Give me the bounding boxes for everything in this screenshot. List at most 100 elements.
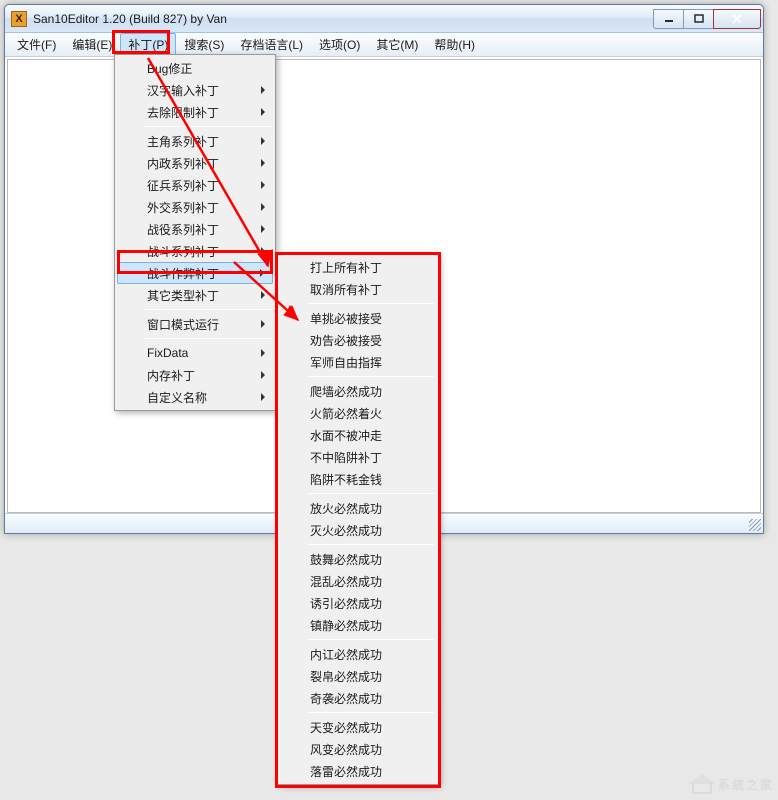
submenu-arrow-icon — [261, 371, 265, 379]
submenu-item-label: 放火必然成功 — [310, 500, 382, 517]
menu-item-4[interactable]: 存档语言(L) — [232, 33, 311, 56]
submenu-item-label: 火箭必然着火 — [310, 405, 382, 422]
dropdown-item-label: 去除限制补丁 — [147, 104, 219, 121]
dropdown-item-label: 战斗作弊补丁 — [147, 265, 219, 282]
dropdown-item[interactable]: 战斗作弊补丁 — [117, 262, 273, 284]
submenu-arrow-icon — [261, 137, 265, 145]
menu-item-5[interactable]: 选项(O) — [311, 33, 368, 56]
menu-separator — [308, 303, 434, 304]
dropdown-item[interactable]: 征兵系列补丁 — [117, 174, 273, 196]
submenu-item-label: 陷阱不耗金钱 — [310, 471, 382, 488]
submenu-item[interactable]: 单挑必被接受 — [280, 307, 436, 329]
submenu-item-label: 劝告必被接受 — [310, 332, 382, 349]
watermark-text: 系统之家 — [718, 776, 774, 793]
submenu-arrow-icon — [261, 247, 265, 255]
menu-item-7[interactable]: 帮助(H) — [426, 33, 483, 56]
dropdown-item-label: 自定义名称 — [147, 389, 207, 406]
dropdown-item-label: 战斗系列补丁 — [147, 243, 219, 260]
window-controls — [653, 9, 761, 29]
dropdown-item[interactable]: 自定义名称 — [117, 386, 273, 408]
dropdown-item[interactable]: 战役系列补丁 — [117, 218, 273, 240]
submenu-item[interactable]: 劝告必被接受 — [280, 329, 436, 351]
submenu-arrow-icon — [261, 159, 265, 167]
dropdown-item[interactable]: 内政系列补丁 — [117, 152, 273, 174]
dropdown-item[interactable]: 外交系列补丁 — [117, 196, 273, 218]
resize-grip[interactable] — [747, 517, 761, 531]
dropdown-item[interactable]: 其它类型补丁 — [117, 284, 273, 306]
submenu-arrow-icon — [261, 203, 265, 211]
submenu-item-label: 镇静必然成功 — [310, 617, 382, 634]
dropdown-item-label: 内存补丁 — [147, 367, 195, 384]
minimize-button[interactable] — [653, 9, 683, 29]
dropdown-item-label: 内政系列补丁 — [147, 155, 219, 172]
submenu-item[interactable]: 陷阱不耗金钱 — [280, 468, 436, 490]
submenu-arrow-icon — [261, 225, 265, 233]
submenu-item[interactable]: 内讧必然成功 — [280, 643, 436, 665]
menu-separator — [308, 493, 434, 494]
submenu-item[interactable]: 打上所有补丁 — [280, 256, 436, 278]
submenu-arrow-icon — [261, 86, 265, 94]
submenu-item-label: 水面不被冲走 — [310, 427, 382, 444]
submenu-item[interactable]: 水面不被冲走 — [280, 424, 436, 446]
submenu-item-label: 不中陷阱补丁 — [310, 449, 382, 466]
submenu-arrow-icon — [261, 291, 265, 299]
dropdown-item-label: 汉字输入补丁 — [147, 82, 219, 99]
submenu-item[interactable]: 裂帛必然成功 — [280, 665, 436, 687]
menu-separator — [308, 639, 434, 640]
menu-item-6[interactable]: 其它(M) — [368, 33, 426, 56]
dropdown-item[interactable]: FixData — [117, 342, 273, 364]
submenu-item-label: 打上所有补丁 — [310, 259, 382, 276]
submenu-item-label: 单挑必被接受 — [310, 310, 382, 327]
submenu-item[interactable]: 火箭必然着火 — [280, 402, 436, 424]
submenu-item-label: 落雷必然成功 — [310, 763, 382, 780]
menu-item-0[interactable]: 文件(F) — [9, 33, 64, 56]
submenu-item-label: 灭火必然成功 — [310, 522, 382, 539]
submenu-item[interactable]: 放火必然成功 — [280, 497, 436, 519]
menu-item-3[interactable]: 搜索(S) — [176, 33, 232, 56]
submenu-item[interactable]: 混乱必然成功 — [280, 570, 436, 592]
dropdown-item[interactable]: 去除限制补丁 — [117, 101, 273, 123]
submenu-arrow-icon — [260, 269, 264, 277]
submenu-item[interactable]: 取消所有补丁 — [280, 278, 436, 300]
submenu-item[interactable]: 爬墙必然成功 — [280, 380, 436, 402]
window-title: San10Editor 1.20 (Build 827) by Van — [33, 12, 653, 26]
submenu-arrow-icon — [261, 108, 265, 116]
submenu-item[interactable]: 落雷必然成功 — [280, 760, 436, 782]
dropdown-item-label: Bug修正 — [147, 60, 192, 77]
submenu-item[interactable]: 奇袭必然成功 — [280, 687, 436, 709]
dropdown-item[interactable]: 主角系列补丁 — [117, 130, 273, 152]
maximize-button[interactable] — [683, 9, 713, 29]
watermark: 系统之家 — [690, 774, 774, 794]
submenu-item[interactable]: 镇静必然成功 — [280, 614, 436, 636]
submenu-item-label: 诱引必然成功 — [310, 595, 382, 612]
submenu-item[interactable]: 不中陷阱补丁 — [280, 446, 436, 468]
submenu-item-label: 裂帛必然成功 — [310, 668, 382, 685]
app-icon: X — [11, 11, 27, 27]
dropdown-item[interactable]: 战斗系列补丁 — [117, 240, 273, 262]
menu-item-1[interactable]: 编辑(E) — [64, 33, 120, 56]
submenu-item-label: 取消所有补丁 — [310, 281, 382, 298]
submenu-item[interactable]: 风变必然成功 — [280, 738, 436, 760]
submenu-item[interactable]: 鼓舞必然成功 — [280, 548, 436, 570]
dropdown-item[interactable]: Bug修正 — [117, 57, 273, 79]
titlebar[interactable]: X San10Editor 1.20 (Build 827) by Van — [5, 5, 763, 33]
menu-item-2[interactable]: 补丁(P) — [120, 33, 176, 56]
combat-cheat-submenu: 打上所有补丁取消所有补丁单挑必被接受劝告必被接受军师自由指挥爬墙必然成功火箭必然… — [277, 253, 439, 785]
submenu-item-label: 奇袭必然成功 — [310, 690, 382, 707]
dropdown-item-label: 外交系列补丁 — [147, 199, 219, 216]
dropdown-item[interactable]: 汉字输入补丁 — [117, 79, 273, 101]
patch-dropdown-menu: Bug修正汉字输入补丁去除限制补丁主角系列补丁内政系列补丁征兵系列补丁外交系列补… — [114, 54, 276, 411]
close-button[interactable] — [713, 9, 761, 29]
menu-separator — [145, 309, 271, 310]
dropdown-item[interactable]: 窗口模式运行 — [117, 313, 273, 335]
submenu-arrow-icon — [261, 320, 265, 328]
menu-separator — [308, 712, 434, 713]
submenu-item[interactable]: 军师自由指挥 — [280, 351, 436, 373]
submenu-item[interactable]: 诱引必然成功 — [280, 592, 436, 614]
dropdown-item-label: FixData — [147, 346, 188, 360]
menu-separator — [145, 126, 271, 127]
dropdown-item[interactable]: 内存补丁 — [117, 364, 273, 386]
submenu-item[interactable]: 天变必然成功 — [280, 716, 436, 738]
submenu-arrow-icon — [261, 393, 265, 401]
submenu-item[interactable]: 灭火必然成功 — [280, 519, 436, 541]
